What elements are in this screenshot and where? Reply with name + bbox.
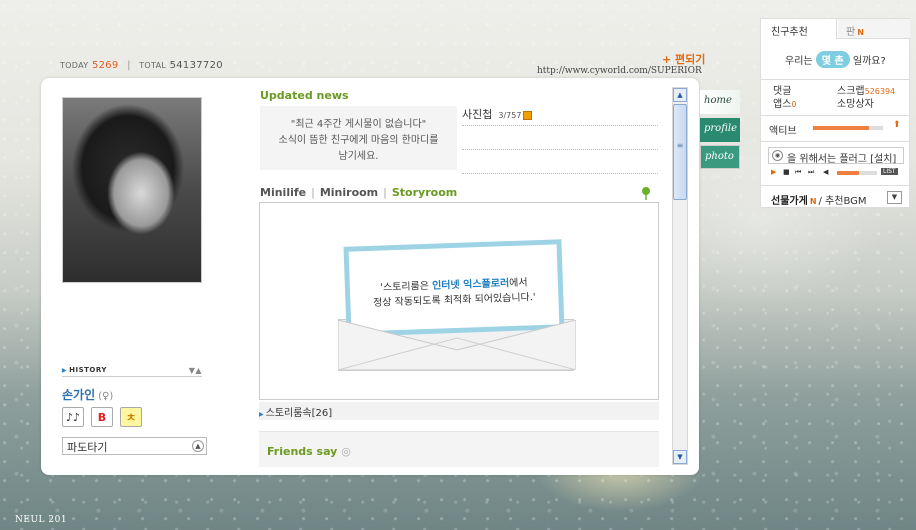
- active-bar: [813, 126, 883, 130]
- grid-col2: 스크랩526394 소망상자: [837, 85, 895, 111]
- divider: [761, 141, 909, 142]
- list-item: [462, 126, 658, 150]
- list-item: [462, 150, 658, 174]
- room-tabs: Minilife | Miniroom | Storyroom: [260, 186, 458, 199]
- play-icon[interactable]: ▶: [771, 168, 776, 176]
- gender-symbol: (♀): [98, 391, 114, 402]
- chevron-up-icon[interactable]: ▲: [192, 440, 204, 452]
- profile-photo: [62, 97, 202, 283]
- friends-say-title: Friends say ◎: [267, 445, 351, 458]
- envelope-icon: [338, 320, 576, 370]
- scrap-link[interactable]: 스크랩526394: [837, 85, 895, 98]
- signature-watermark: NEUL 201: [15, 515, 68, 525]
- today-label: TODAY: [60, 61, 89, 70]
- main-scrollbar[interactable]: ▲ ≡ ▼: [672, 87, 688, 465]
- b-badge-icon[interactable]: B: [91, 407, 113, 427]
- side-tab-profile[interactable]: profile: [700, 118, 740, 142]
- right-panel-tabs: 친구추천 판N: [761, 19, 910, 39]
- scroll-up-icon[interactable]: ▲: [673, 88, 687, 102]
- main-panel: ▶ HISTORY ▼▲ 손가인 (♀) ♪♪ B ㅊ 파도타기 ▲ Updated…: [41, 78, 699, 475]
- empty-message-line2: 소식이 뜸한 친구에게 마음의 한마디를: [278, 135, 439, 146]
- empty-message-line3: 남기세요.: [338, 151, 379, 162]
- total-label: TOTAL: [139, 61, 167, 70]
- active-bar-fill: [813, 126, 869, 130]
- arrow-up-icon: ⬆: [893, 120, 901, 130]
- side-tab-photo[interactable]: photo: [700, 145, 740, 169]
- divider: [761, 115, 909, 116]
- plugin-icon: ◉: [772, 150, 783, 161]
- wave-ride-value: 파도타기: [67, 441, 108, 454]
- music-badge-icon[interactable]: ♪♪: [62, 407, 84, 427]
- chevron-down-icon[interactable]: ▼: [887, 191, 902, 204]
- triangle-icon: ▶: [259, 411, 264, 418]
- side-tab-home[interactable]: home: [700, 90, 740, 114]
- visitor-counter: TODAY 5269 | TOTAL 54137720: [60, 60, 223, 71]
- updated-news-box: "최근 4주간 게시물이 없습니다" 소식이 뜸한 친구에게 마음의 한마디를 …: [260, 106, 457, 170]
- next-icon[interactable]: ⏭: [808, 168, 814, 177]
- owner-name[interactable]: 손가인: [62, 388, 95, 402]
- storyroom-count-label: 스토리룸속[26]: [265, 408, 333, 419]
- gift-shop-link[interactable]: 선물가게 N / 추천BGM: [771, 192, 867, 207]
- active-label: 액티브: [769, 126, 797, 137]
- list-button[interactable]: LIST: [881, 168, 898, 175]
- empty-message-line1: "최근 4주간 게시물이 없습니다": [290, 119, 427, 130]
- today-count: 5269: [91, 60, 119, 71]
- character-badge-icon[interactable]: ㅊ: [120, 407, 142, 427]
- tab-friend-recommend[interactable]: 친구추천: [761, 19, 837, 39]
- volume-slider[interactable]: [837, 171, 877, 175]
- scroll-down-icon[interactable]: ▼: [673, 450, 687, 464]
- updated-news-title: Updated news: [260, 89, 349, 102]
- badge-row: ♪♪ B ㅊ: [62, 407, 142, 427]
- new-icon: N: [857, 28, 864, 37]
- right-panel: 친구추천 판N 우리는 몇 촌 일까요? 댓글 앱스0 스크랩526394 소망…: [760, 18, 910, 208]
- tab-miniroom[interactable]: Miniroom: [320, 186, 378, 199]
- activity-grid: 댓글 앱스0 스크랩526394 소망상자: [773, 85, 905, 111]
- history-header[interactable]: ▶ HISTORY ▼▲: [62, 366, 202, 377]
- friends-say-section: Friends say ◎: [259, 431, 659, 467]
- pin-icon[interactable]: [641, 187, 651, 201]
- divider: [761, 79, 909, 80]
- tab-minilife[interactable]: Minilife: [260, 186, 306, 199]
- stop-icon[interactable]: ■: [783, 168, 790, 176]
- help-icon: ◎: [341, 445, 351, 458]
- bgm-player: ▶ ■ ⏮ ⏭ ◀ LIST: [771, 168, 905, 180]
- scroll-thumb[interactable]: ≡: [673, 104, 687, 200]
- chon-pill: 몇 촌: [815, 51, 850, 68]
- plugin-install-box[interactable]: ◉ 을 위해서는 플러그 [설치]: [768, 147, 904, 165]
- volume-fill: [837, 171, 859, 175]
- album-row[interactable]: 사진첩 3/757: [462, 106, 658, 126]
- album-list: 사진첩 3/757: [462, 106, 658, 174]
- chon-recommend[interactable]: 우리는 몇 촌 일까요?: [785, 51, 886, 68]
- expand-arrows-icon[interactable]: ▼▲: [189, 366, 202, 375]
- volume-icon[interactable]: ◀: [823, 168, 828, 176]
- owner-name-row: 손가인 (♀): [62, 386, 113, 403]
- tab-pan[interactable]: 판N: [838, 19, 910, 38]
- wave-ride-select[interactable]: 파도타기 ▲: [62, 437, 207, 455]
- storyroom-box: '스토리룸은 인터넷 익스플로러에서 정상 작동되도록 최적화 되어있습니다.': [259, 202, 659, 400]
- active-row: 액티브 ⬆: [769, 120, 905, 137]
- tab-storyroom[interactable]: Storyroom: [392, 186, 457, 199]
- triangle-icon: ▶: [62, 367, 68, 374]
- edit-link[interactable]: + 편되기: [662, 51, 705, 67]
- prev-icon[interactable]: ⏮: [795, 168, 801, 177]
- album-label[interactable]: 사진첩: [462, 108, 492, 121]
- wish-box-link[interactable]: 소망상자: [837, 98, 895, 111]
- divider: [761, 185, 909, 186]
- counter-divider: |: [127, 60, 131, 71]
- total-count: 54137720: [169, 60, 223, 71]
- storyroom-count[interactable]: ▶ 스토리룸속[26]: [259, 402, 659, 420]
- new-icon: [523, 110, 533, 120]
- homepage-url[interactable]: http://www.cyworld.com/SUPERIOR: [537, 66, 702, 76]
- history-label: HISTORY: [69, 366, 107, 374]
- album-count: 3/757: [498, 111, 522, 120]
- new-icon: N: [809, 197, 817, 206]
